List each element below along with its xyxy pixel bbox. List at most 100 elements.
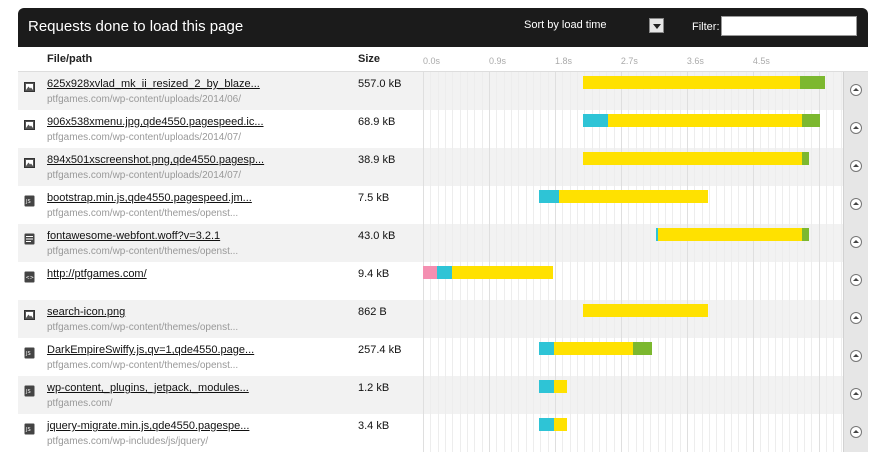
timeline-gridline xyxy=(423,224,424,262)
timeline-gridline xyxy=(665,414,666,452)
timeline-gridline xyxy=(716,300,717,338)
column-header-file[interactable]: File/path xyxy=(47,53,92,65)
sort-dropdown[interactable]: Sort by load time xyxy=(518,17,664,34)
expand-toggle-icon[interactable] xyxy=(850,160,862,172)
timeline-gridline xyxy=(570,224,571,262)
timeline-gridline xyxy=(577,224,578,262)
timeline-gridline xyxy=(672,262,673,300)
timeline-gridline xyxy=(746,300,747,338)
expand-toggle-icon[interactable] xyxy=(850,388,862,400)
expand-toggle-icon[interactable] xyxy=(850,350,862,362)
request-row[interactable]: 906x538xmenu.jpg,qde4550.pagespeed.ic...… xyxy=(18,110,868,148)
timeline-gridline xyxy=(511,300,512,338)
request-file-link[interactable]: 906x538xmenu.jpg,qde4550.pagespeed.ic... xyxy=(47,116,264,128)
timeline-gridline xyxy=(614,414,615,452)
request-row[interactable]: JS bootstrap.min.js,qde4550.pagespeed.jm.… xyxy=(18,186,868,224)
request-row[interactable]: search-icon.png ptfgames.com/wp-content/t… xyxy=(18,300,868,338)
request-row[interactable]: <> http://ptfgames.com/9.4 kB xyxy=(18,262,868,300)
timeline-tick-label: 3.6s xyxy=(686,56,704,66)
timeline-gridline xyxy=(709,414,710,452)
request-file-link[interactable]: wp-content,_plugins,_jetpack,_modules... xyxy=(47,382,249,394)
request-file-link[interactable]: DarkEmpireSwiffy.js,qv=1,qde4550.page... xyxy=(47,344,254,356)
timeline-gridline xyxy=(614,224,615,262)
timeline-gridline xyxy=(833,338,834,376)
timeline-gridline xyxy=(826,262,827,300)
request-row[interactable]: 894x501xscreenshot.png,qde4550.pagesp...… xyxy=(18,148,868,186)
request-row[interactable]: JS jquery-migrate.min.js,qde4550.pagespe.… xyxy=(18,414,868,452)
timeline-gridline xyxy=(636,262,637,300)
timeline-gridline xyxy=(709,338,710,376)
timeline-gridline xyxy=(504,72,505,110)
timeline-gridline xyxy=(811,414,812,452)
expand-toggle-icon[interactable] xyxy=(850,274,862,286)
timeline-gridline xyxy=(672,376,673,414)
timeline-gridline xyxy=(724,186,725,224)
timeline-gridline xyxy=(504,338,505,376)
timeline-gridline xyxy=(636,224,637,262)
timeline-gridline xyxy=(789,262,790,300)
request-row[interactable]: 625x928xvlad_mk_ii_resized_2_by_blaze...… xyxy=(18,72,868,110)
panel-title: Requests done to load this page xyxy=(28,18,244,35)
timeline-gridline xyxy=(782,376,783,414)
filter-input[interactable] xyxy=(721,16,857,36)
timeline-gridline xyxy=(489,110,490,148)
timeline-gridline xyxy=(518,148,519,186)
timeline-gridline xyxy=(467,110,468,148)
timeline-gridline xyxy=(841,148,842,186)
timeline-tick-label: 0.0s xyxy=(423,56,441,66)
timeline-gridline xyxy=(504,414,505,452)
timeline-gridline xyxy=(775,414,776,452)
timeline-gridline xyxy=(533,110,534,148)
timeline-gridline xyxy=(782,186,783,224)
chevron-down-icon[interactable] xyxy=(649,18,664,33)
timeline-gridline xyxy=(438,186,439,224)
timeline-gridline xyxy=(841,110,842,148)
request-file-link[interactable]: search-icon.png xyxy=(47,306,125,318)
timeline-gridline xyxy=(746,338,747,376)
request-row[interactable]: JS wp-content,_plugins,_jetpack,_modules.… xyxy=(18,376,868,414)
column-header-size[interactable]: Size xyxy=(358,53,380,65)
expand-toggle-icon[interactable] xyxy=(850,122,862,134)
timeline-gridline xyxy=(760,414,761,452)
timeline-gridline xyxy=(628,376,629,414)
timeline-tick-label: 0.9s xyxy=(488,56,506,66)
request-path: ptfgames.com/wp-content/uploads/2014/07/ xyxy=(47,132,242,143)
timeline-gridline xyxy=(841,300,842,338)
timeline-gridline xyxy=(452,148,453,186)
request-size: 9.4 kB xyxy=(358,268,390,280)
request-file-link[interactable]: 894x501xscreenshot.png,qde4550.pagesp... xyxy=(47,154,264,166)
timeline-gridline xyxy=(731,376,732,414)
timeline-gridline xyxy=(577,300,578,338)
timeline-gridline xyxy=(614,262,615,300)
expand-toggle-icon[interactable] xyxy=(850,84,862,96)
timeline-gridline xyxy=(467,338,468,376)
timeline-gridline xyxy=(819,148,820,186)
request-file-link[interactable]: jquery-migrate.min.js,qde4550.pagespe... xyxy=(47,420,249,432)
expand-cell xyxy=(843,148,868,186)
expand-cell xyxy=(843,186,868,224)
request-file-link[interactable]: bootstrap.min.js,qde4550.pagespeed.jm... xyxy=(47,192,252,204)
request-path: ptfgames.com/ xyxy=(47,398,113,409)
request-file-link[interactable]: http://ptfgames.com/ xyxy=(47,268,147,280)
timeline-bar-teal xyxy=(538,418,555,431)
timeline-gridline xyxy=(768,186,769,224)
expand-toggle-icon[interactable] xyxy=(850,236,862,248)
request-path: ptfgames.com/wp-content/themes/openst... xyxy=(47,322,239,333)
expand-toggle-icon[interactable] xyxy=(850,198,862,210)
timeline-gridline xyxy=(474,186,475,224)
timeline-gridline xyxy=(511,148,512,186)
request-row[interactable]: fontawesome-webfont.woff?v=3.2.1 ptfgames… xyxy=(18,224,868,262)
timeline-bar-green xyxy=(799,76,826,89)
request-size: 3.4 kB xyxy=(358,420,390,432)
timeline-gridline xyxy=(819,338,820,376)
expand-cell xyxy=(843,110,868,148)
timeline-gridline xyxy=(489,376,490,414)
request-file-link[interactable]: 625x928xvlad_mk_ii_resized_2_by_blaze... xyxy=(47,78,260,90)
timeline-gridline xyxy=(731,186,732,224)
timeline-gridline xyxy=(665,262,666,300)
expand-toggle-icon[interactable] xyxy=(850,312,862,324)
expand-toggle-icon[interactable] xyxy=(850,426,862,438)
timeline-gridline xyxy=(746,376,747,414)
request-row[interactable]: JS DarkEmpireSwiffy.js,qv=1,qde4550.page.… xyxy=(18,338,868,376)
request-file-link[interactable]: fontawesome-webfont.woff?v=3.2.1 xyxy=(47,230,220,242)
